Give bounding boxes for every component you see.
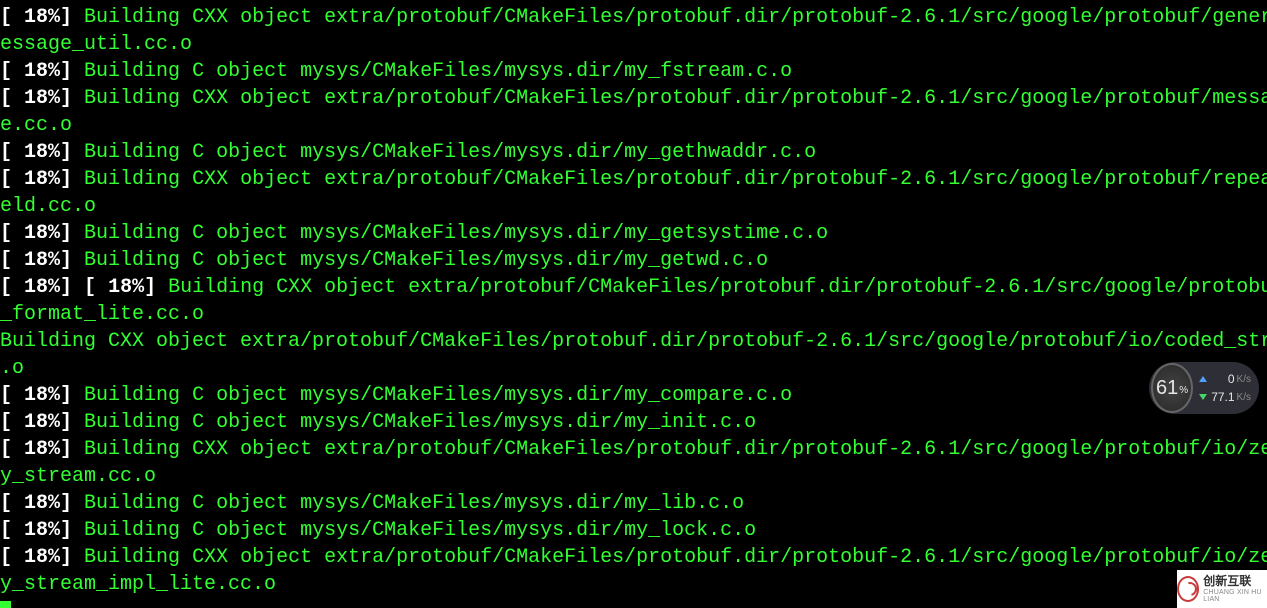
gauge-value: 61 (1156, 378, 1178, 398)
download-row: 77.1 K/s (1199, 388, 1251, 406)
watermark-logo: 创新互联 CHUANG XIN HU LIAN (1177, 570, 1267, 608)
terminal-line: [ 18%] Building CXX object extra/protobu… (0, 436, 1267, 463)
terminal-line: [ 18%] Building C object mysys/CMakeFile… (0, 139, 1267, 166)
terminal-line: y_stream.cc.o (0, 463, 1267, 490)
terminal-line: .o (0, 355, 1267, 382)
accelerator-gauge-icon: 61 % (1151, 363, 1193, 413)
terminal-line: essage_util.cc.o (0, 31, 1267, 58)
terminal-line: _format_lite.cc.o (0, 301, 1267, 328)
terminal-line: [ 18%] Building C object mysys/CMakeFile… (0, 220, 1267, 247)
terminal-line: y_stream_impl_lite.cc.o (0, 571, 1267, 598)
download-unit: K/s (1237, 392, 1251, 403)
speed-readouts: 0 K/s 77.1 K/s (1199, 370, 1251, 406)
terminal-line: [ 18%] [ 18%] Building CXX object extra/… (0, 274, 1267, 301)
cursor-icon (0, 601, 11, 608)
download-value: 77.1 (1211, 390, 1234, 404)
brand-icon (1177, 576, 1199, 602)
terminal-line: [ 18%] Building C object mysys/CMakeFile… (0, 382, 1267, 409)
down-arrow-icon (1199, 394, 1207, 400)
upload-unit: K/s (1237, 374, 1251, 385)
terminal-line: [ 18%] Building C object mysys/CMakeFile… (0, 58, 1267, 85)
terminal-line: Building CXX object extra/protobuf/CMake… (0, 328, 1267, 355)
terminal-cursor-line[interactable] (0, 598, 1267, 608)
terminal-line: [ 18%] Building CXX object extra/protobu… (0, 4, 1267, 31)
up-arrow-icon (1199, 376, 1207, 382)
terminal-output: [ 18%] Building CXX object extra/protobu… (0, 0, 1267, 608)
gauge-unit: % (1179, 386, 1188, 396)
terminal-line: [ 18%] Building CXX object extra/protobu… (0, 85, 1267, 112)
terminal-line: [ 18%] Building C object mysys/CMakeFile… (0, 517, 1267, 544)
brand-subtitle: CHUANG XIN HU LIAN (1203, 589, 1267, 603)
upload-row: 0 K/s (1199, 370, 1251, 388)
network-speed-widget[interactable]: 61 % 0 K/s 77.1 K/s (1149, 362, 1259, 414)
terminal-line: e.cc.o (0, 112, 1267, 139)
upload-value: 0 (1228, 372, 1235, 386)
terminal-line: [ 18%] Building CXX object extra/protobu… (0, 544, 1267, 571)
terminal-line: [ 18%] Building CXX object extra/protobu… (0, 166, 1267, 193)
terminal-line: eld.cc.o (0, 193, 1267, 220)
terminal-line: [ 18%] Building C object mysys/CMakeFile… (0, 409, 1267, 436)
terminal-line: [ 18%] Building C object mysys/CMakeFile… (0, 490, 1267, 517)
terminal-line: [ 18%] Building C object mysys/CMakeFile… (0, 247, 1267, 274)
brand-title: 创新互联 (1203, 575, 1267, 587)
